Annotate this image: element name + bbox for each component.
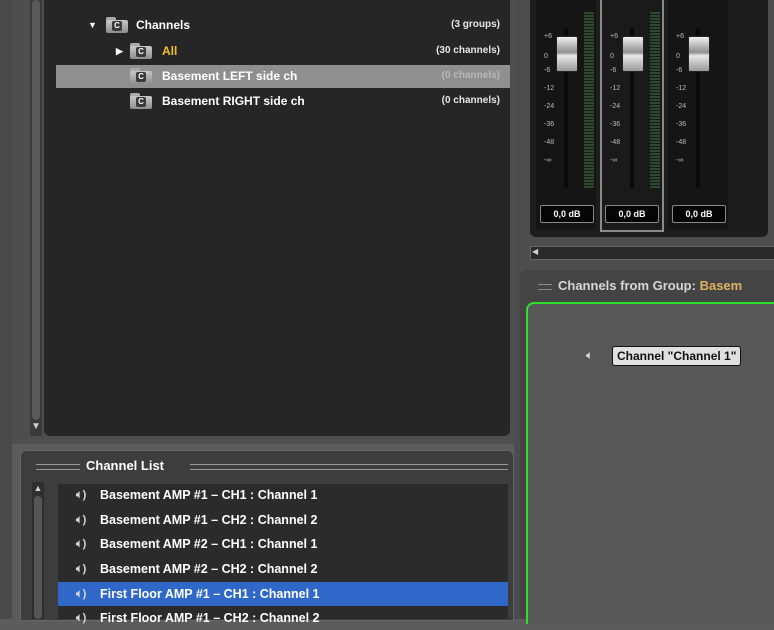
- header-grip-right: [190, 464, 508, 470]
- db-readout[interactable]: 0,0 dB: [540, 205, 594, 223]
- scroll-down-arrow-icon[interactable]: ▼: [31, 420, 41, 434]
- channel-list-header: Channel List: [22, 456, 510, 476]
- channel-chip-label: Channel "Channel 1": [612, 346, 742, 366]
- scroll-up-arrow-icon[interactable]: ▲: [32, 482, 44, 494]
- db-readout[interactable]: 0,0 dB: [605, 205, 659, 223]
- header-grip-left: [36, 464, 80, 470]
- db-readout[interactable]: 0,0 dB: [672, 205, 726, 223]
- speaker-icon: 🔈︎: [586, 348, 594, 362]
- list-item-label: First Floor AMP #1 – CH2 : Channel 2: [100, 611, 320, 625]
- tree-item-all[interactable]: ▶ C All (30 channels): [116, 40, 500, 62]
- speaker-icon: 🔈︎): [76, 612, 87, 624]
- list-item-label: Basement AMP #1 – CH2 : Channel 2: [100, 513, 318, 527]
- group-panel-title: Channels from Group: Basem: [534, 276, 774, 296]
- mixer-strip: +6 0 -6 -12 -24 -36 -48 -∞ 0,0 dB: [668, 0, 728, 230]
- tree-item-channels[interactable]: ▼ C Channels (3 groups): [88, 14, 500, 36]
- group-title-prefix: Channels from Group:: [558, 278, 696, 293]
- list-item[interactable]: 🔈︎) Basement AMP #1 – CH1 : Channel 1: [58, 483, 508, 507]
- folder-icon: C: [130, 68, 152, 84]
- tree-item-count: (0 channels): [441, 70, 500, 81]
- group-title-name: Basem: [699, 278, 743, 293]
- list-item[interactable]: 🔈︎) Basement AMP #1 – CH2 : Channel 2: [58, 508, 508, 532]
- mixer-panel: +6 0 -6 -12 -24 -36 -48 -∞ 0,0 dB +6 0 -…: [530, 0, 768, 237]
- db-scale: +6 0 -6 -12 -24 -36 -48 -∞: [676, 33, 687, 164]
- db-scale: +6 0 -6 -12 -24 -36 -48 -∞: [544, 33, 555, 164]
- list-item-label: Basement AMP #2 – CH1 : Channel 1: [100, 537, 318, 551]
- speaker-icon: 🔈︎): [76, 489, 87, 501]
- list-item-label: First Floor AMP #1 – CH1 : Channel 1: [100, 587, 320, 601]
- expanded-triangle-icon[interactable]: ▼: [88, 14, 97, 36]
- folder-icon: C: [130, 93, 152, 109]
- level-meter: [650, 12, 660, 188]
- speaker-icon: 🔈︎): [76, 514, 87, 526]
- volume-fader[interactable]: [688, 36, 710, 72]
- left-edge-strip: [0, 0, 12, 619]
- mixer-strip-selected: +6 0 -6 -12 -24 -36 -48 -∞ 0,0 dB: [600, 0, 664, 232]
- list-item-label: Basement AMP #1 – CH1 : Channel 1: [100, 488, 318, 502]
- list-scroll-thumb[interactable]: [34, 496, 42, 619]
- scroll-left-arrow-icon[interactable]: ◀: [532, 246, 542, 258]
- folder-icon: C: [106, 17, 128, 33]
- list-item-label: Basement AMP #2 – CH2 : Channel 2: [100, 562, 318, 576]
- tree-scroll-thumb[interactable]: [32, 0, 40, 420]
- tree-item-basement-left[interactable]: C Basement LEFT side ch (0 channels): [130, 65, 500, 87]
- tree-item-label: Basement LEFT side ch: [162, 69, 298, 83]
- collapsed-triangle-icon[interactable]: ▶: [116, 40, 123, 62]
- list-item[interactable]: 🔈︎) First Floor AMP #1 – CH2 : Channel 2: [58, 606, 508, 630]
- tree-item-basement-right[interactable]: C Basement RIGHT side ch (0 channels): [130, 90, 500, 112]
- volume-fader[interactable]: [622, 36, 644, 72]
- level-meter: [584, 12, 594, 188]
- tree-item-count: (0 channels): [441, 95, 500, 106]
- folder-icon: C: [130, 43, 152, 59]
- mixer-horizontal-scrollbar[interactable]: [530, 246, 774, 260]
- list-item[interactable]: 🔈︎) Basement AMP #2 – CH2 : Channel 2: [58, 557, 508, 581]
- db-scale: +6 0 -6 -12 -24 -36 -48 -∞: [610, 33, 621, 164]
- mixer-strip: +6 0 -6 -12 -24 -36 -48 -∞ 0,0 dB: [536, 0, 596, 230]
- tree-item-count: (30 channels): [436, 45, 500, 56]
- tree-item-count: (3 groups): [451, 19, 500, 30]
- tree-item-label: Channels: [136, 18, 191, 32]
- tree-item-label: Basement RIGHT side ch: [162, 94, 305, 108]
- tree-item-label: All: [162, 44, 178, 58]
- channel-list-title: Channel List: [86, 458, 165, 473]
- volume-fader[interactable]: [556, 36, 578, 72]
- list-item[interactable]: 🔈︎) Basement AMP #2 – CH1 : Channel 1: [58, 532, 508, 556]
- speaker-icon: 🔈︎): [76, 588, 87, 600]
- speaker-icon: 🔈︎): [76, 538, 87, 550]
- list-item-selected[interactable]: 🔈︎) First Floor AMP #1 – CH1 : Channel 1: [58, 582, 508, 606]
- speaker-icon: 🔈︎): [76, 563, 87, 575]
